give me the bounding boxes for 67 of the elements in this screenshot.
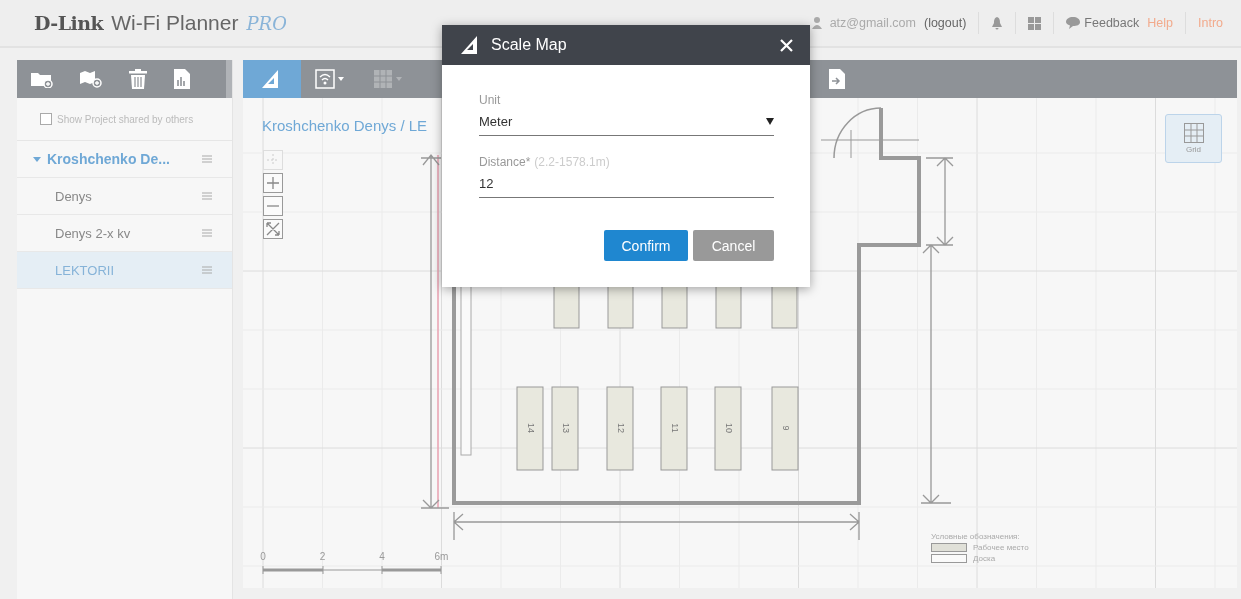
map-name: Denys 2-x kv	[55, 225, 132, 241]
apps-icon[interactable]	[1028, 16, 1042, 30]
breadcrumb: Kroshchenko Denys / LE	[262, 117, 428, 134]
trash-icon[interactable]	[129, 69, 147, 89]
grid-icon	[373, 69, 403, 89]
zoom-out-icon[interactable]	[263, 196, 283, 216]
desk: 10	[714, 386, 742, 471]
menu-icon[interactable]	[202, 155, 212, 163]
desk	[553, 285, 580, 329]
speech-bubble-icon	[1066, 17, 1081, 29]
bell-icon[interactable]	[991, 16, 1004, 30]
user-email: atz@gmail.com	[829, 16, 916, 30]
desk	[661, 285, 688, 329]
close-icon[interactable]	[780, 38, 793, 52]
user-icon	[811, 17, 822, 29]
legend-label: Доска	[973, 554, 996, 563]
edition-label: PRO	[246, 13, 287, 34]
map-name: Denys	[55, 188, 93, 204]
map-item[interactable]: Denys	[17, 178, 232, 215]
add-map-icon[interactable]	[80, 70, 102, 88]
menu-icon[interactable]	[202, 266, 212, 274]
cancel-button[interactable]: Cancel	[693, 230, 774, 261]
pan-icon[interactable]	[263, 150, 283, 170]
project-item[interactable]: Kroshchenko De...	[17, 141, 232, 178]
desk: 12	[606, 386, 634, 471]
desk: 14	[516, 386, 544, 471]
scale-label: 4	[379, 551, 385, 562]
add-folder-icon[interactable]	[31, 70, 53, 88]
scale-label: 2	[319, 551, 326, 562]
collapse-handle[interactable]	[226, 60, 232, 98]
legend-label: Рабочее место	[973, 543, 1029, 552]
report-icon[interactable]	[174, 69, 190, 89]
unit-label: Unit	[479, 93, 502, 107]
desk	[715, 285, 742, 329]
app-name: Wi-Fi Planner	[111, 11, 239, 35]
wifi-icon	[315, 69, 345, 89]
zoom-in-icon[interactable]	[263, 173, 283, 193]
legend-title: Условные обозначения:	[931, 532, 1021, 541]
board-swatch-icon	[931, 554, 967, 563]
desk-swatch-icon	[931, 543, 967, 552]
grid-icon	[1183, 123, 1204, 143]
scale-label: 6m	[434, 551, 449, 562]
menu-icon[interactable]	[202, 229, 212, 237]
scale-tool-button[interactable]	[243, 60, 301, 98]
desk: 9	[771, 386, 799, 471]
fit-icon[interactable]	[263, 219, 283, 239]
dialog-title: Scale Map	[491, 36, 568, 54]
map-item[interactable]: LEKTORII	[17, 252, 232, 289]
unit-select[interactable]: Meter	[479, 107, 774, 136]
logout-link[interactable]: (logout)	[923, 16, 967, 30]
grid-toggle-button[interactable]: Grid	[1165, 114, 1222, 163]
desk: 13	[551, 386, 579, 471]
distance-label: Distance*	[479, 155, 531, 169]
caret-icon[interactable]	[33, 155, 41, 163]
project-name: Kroshchenko De...	[47, 151, 171, 167]
feedback-link[interactable]: Feedback	[1066, 16, 1140, 30]
desk	[607, 285, 634, 329]
export-file-icon	[829, 69, 845, 89]
distance-field[interactable]: 12	[479, 169, 774, 198]
desk: 11	[660, 386, 688, 471]
brand-logo: D-Link	[34, 12, 104, 34]
scale-label: 0	[260, 551, 266, 562]
caret-icon	[766, 117, 774, 125]
menu-icon[interactable]	[202, 192, 212, 200]
map-name: LEKTORII	[55, 262, 115, 278]
confirm-button[interactable]: Confirm	[604, 230, 688, 261]
checkbox[interactable]	[40, 113, 52, 125]
